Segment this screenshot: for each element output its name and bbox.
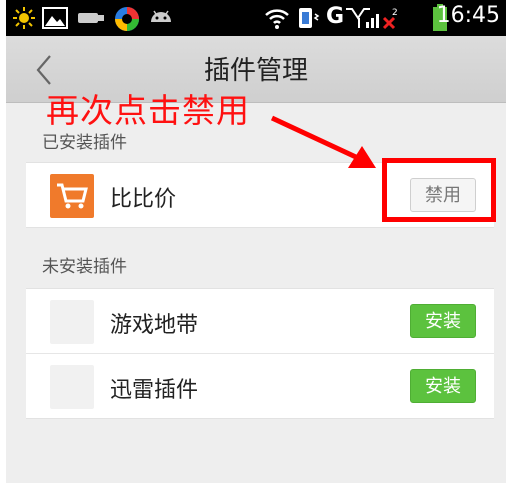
page-title: 插件管理 bbox=[203, 56, 308, 86]
uninstalled-section-header: 未安装插件 bbox=[42, 257, 127, 277]
list-item: 游戏地带 安装 bbox=[26, 289, 494, 353]
plugin-icon-placeholder bbox=[50, 365, 94, 409]
install-button[interactable]: 安装 bbox=[410, 304, 476, 338]
plugin-icon-placeholder bbox=[50, 300, 94, 344]
network-type-label: G bbox=[326, 4, 345, 29]
usb-icon bbox=[76, 6, 106, 30]
phone-screen: G 2 16:45 插件管理 已安装插件 比比价 禁用 未安装插件 游戏地带 安… bbox=[6, 0, 506, 483]
plugin-name: 比比价 bbox=[110, 187, 177, 212]
clock-time: 16:45 bbox=[436, 3, 500, 28]
sun-icon bbox=[12, 6, 36, 30]
wifi-icon bbox=[264, 6, 290, 30]
plugin-name: 游戏地带 bbox=[110, 313, 199, 338]
plugin-name: 迅雷插件 bbox=[110, 378, 199, 403]
android-icon bbox=[148, 6, 174, 30]
svg-text:2: 2 bbox=[392, 8, 398, 18]
uninstalled-plugins-list: 游戏地带 安装 迅雷插件 安装 bbox=[26, 288, 494, 419]
shopping-cart-icon bbox=[50, 174, 94, 218]
vibrate-icon bbox=[296, 6, 322, 30]
image-icon bbox=[42, 6, 68, 30]
list-item: 迅雷插件 安装 bbox=[26, 353, 494, 418]
app-icon bbox=[114, 6, 140, 32]
status-bar: G 2 16:45 bbox=[6, 0, 506, 36]
red-arrow-icon bbox=[270, 115, 376, 168]
signal-icon: 2 bbox=[344, 6, 404, 30]
annotation-text: 再次点击禁用 bbox=[46, 91, 250, 130]
highlight-box bbox=[382, 158, 496, 222]
install-button[interactable]: 安装 bbox=[410, 369, 476, 403]
